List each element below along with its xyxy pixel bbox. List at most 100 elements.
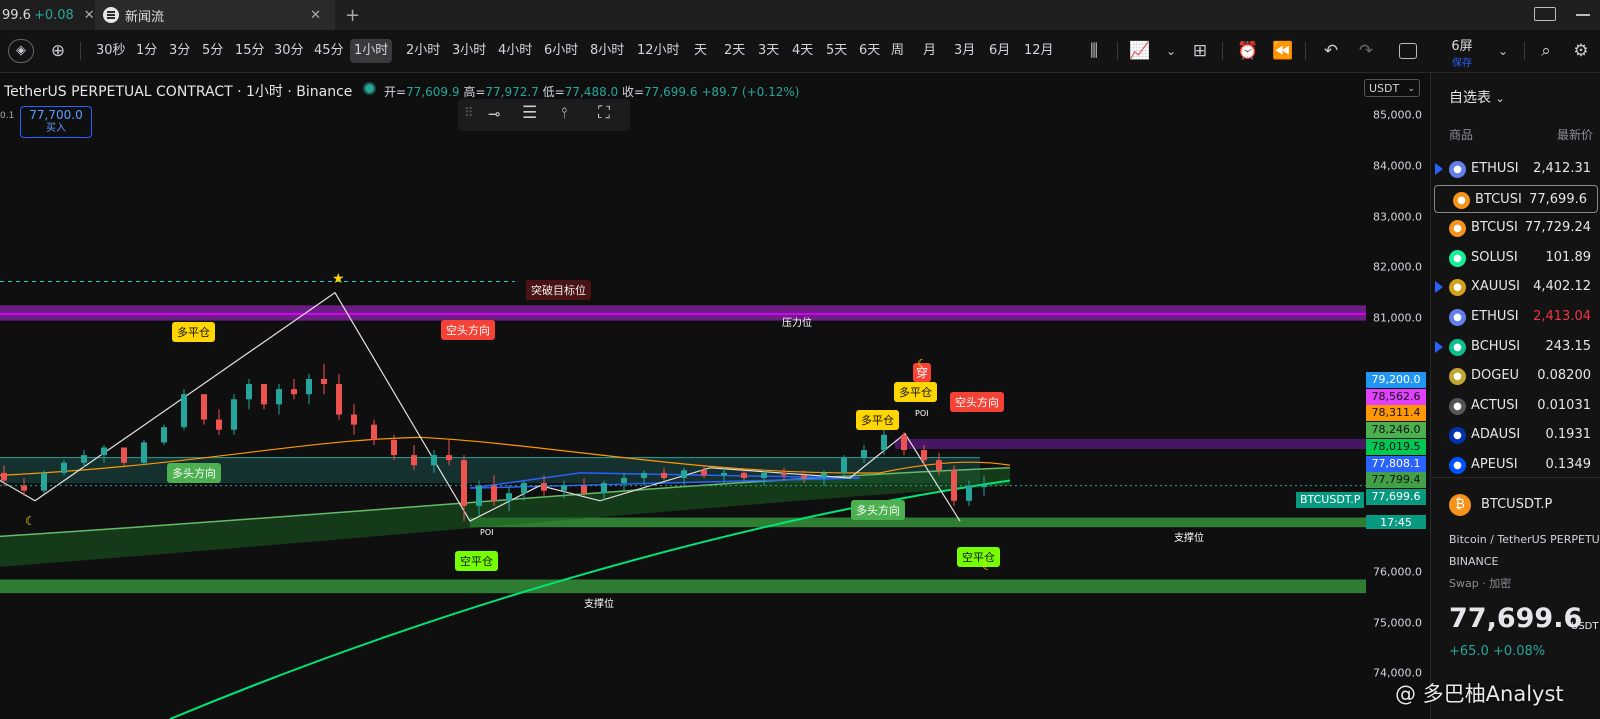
minimize-icon[interactable] — [1576, 14, 1590, 16]
short-zone — [895, 438, 1366, 450]
candle-body — [336, 384, 342, 415]
interval-1[interactable]: 1分 — [132, 39, 161, 63]
chevron-down-icon[interactable]: ⌄ — [1158, 38, 1184, 64]
chart-toolbar: ◈ ⊕ 30秒 1分 3分 5分 15分 30分 45分 1小时 2小时 3小时 4小时 6小时 8小时… — [0, 30, 1600, 73]
interval-11[interactable]: 6小时 — [540, 39, 582, 63]
interval-18[interactable]: 5天 — [822, 39, 851, 63]
price-badge: 77,699.6 — [1366, 489, 1426, 505]
interval-6[interactable]: 45分 — [310, 39, 348, 63]
watchlist-row[interactable]: ● APEUSI 0.1349 — [1431, 451, 1600, 479]
news-icon — [103, 7, 119, 23]
add-symbol-icon[interactable]: ⊕ — [45, 38, 71, 64]
watchlist-row[interactable]: ● BTCUSI 77,699.6 — [1434, 184, 1598, 213]
settings-icon[interactable]: ⚙ — [1568, 38, 1594, 64]
watchlist-row[interactable]: ● DOGEU 0.08200 — [1431, 362, 1600, 390]
interval-14[interactable]: 天 — [690, 39, 711, 63]
interval-5[interactable]: 30分 — [270, 39, 308, 63]
watchlist-row[interactable]: ● XAUUSI 4,402.12 — [1431, 273, 1600, 301]
bitcoin-icon: ₿ — [1449, 494, 1471, 516]
layout-save-button[interactable]: 6屏 保存 — [1437, 35, 1487, 69]
candle-body — [921, 450, 927, 461]
rectangle-tool-icon[interactable]: ⛶ — [598, 103, 610, 123]
column-price[interactable]: 最新价 — [1557, 126, 1593, 143]
candle-body — [701, 470, 707, 476]
redo-icon[interactable]: ↷ — [1353, 38, 1379, 64]
interval-19[interactable]: 6天 — [855, 39, 884, 63]
interval-4[interactable]: 15分 — [231, 39, 269, 63]
change-value: +89.7 (+0.12%) — [701, 85, 800, 99]
interval-20[interactable]: 周 — [887, 39, 908, 63]
interval-17[interactable]: 4天 — [788, 39, 817, 63]
watchlist-row[interactable]: ● ADAUSI 0.1931 — [1431, 421, 1600, 449]
interval-8[interactable]: 2小时 — [402, 39, 444, 63]
interval-2[interactable]: 3分 — [165, 39, 194, 63]
quick-search-icon[interactable]: ⌕ — [1533, 38, 1559, 64]
watchlist-title[interactable]: 自选表 ⌄ — [1449, 87, 1505, 107]
tab-previous[interactable]: 99.6 +0.08 ✕ — [0, 0, 95, 30]
watchlist-row[interactable]: ● ETHUSI 2,413.04 — [1431, 303, 1600, 331]
candle-body — [461, 460, 467, 506]
long-close-label-2: 多平仓 — [856, 410, 899, 430]
watchlist-row[interactable]: ● ETHUSI 2,412.31 — [1431, 155, 1600, 183]
watchlist-row[interactable]: ● SOLUSI 101.89 — [1431, 244, 1600, 272]
price-tick: 84,000.0 — [1373, 159, 1422, 173]
close-icon[interactable]: ✕ — [310, 8, 321, 23]
chevron-down-icon[interactable]: ⌄ — [1490, 38, 1516, 64]
hlines-tool-icon[interactable]: ☰ — [522, 103, 537, 123]
detail-symbol[interactable]: BTCUSDT.P — [1481, 497, 1552, 512]
candle-body — [681, 470, 687, 478]
interval-21[interactable]: 月 — [919, 39, 940, 63]
watchlist-price: 0.1349 — [1545, 457, 1592, 472]
star-icon: ★ — [332, 271, 345, 287]
interval-22[interactable]: 3月 — [950, 39, 979, 63]
candle-type-icon[interactable]: ⫼ — [1081, 38, 1107, 64]
indicators-icon[interactable]: 📈 — [1127, 38, 1153, 64]
diamond-icon[interactable]: ◈ — [8, 39, 34, 63]
resistance-label: 压力位 — [782, 318, 812, 329]
open-label: 开= — [384, 85, 407, 99]
interval-23[interactable]: 6月 — [985, 39, 1014, 63]
replay-icon[interactable]: ⏪ — [1270, 38, 1296, 64]
support-label-lower: 支撑位 — [584, 599, 614, 610]
column-symbol[interactable]: 商品 — [1449, 126, 1473, 143]
interval-12[interactable]: 8小时 — [586, 39, 628, 63]
tab-news-feed[interactable]: 新闻流 ✕ — [95, 0, 335, 30]
currency-select[interactable]: USDT ⌄ — [1364, 79, 1420, 97]
watchlist-symbol: ADAUSI — [1471, 427, 1521, 443]
fib-tool-icon[interactable]: ⫯ — [561, 104, 568, 122]
new-tab-button[interactable]: + — [345, 0, 360, 30]
chart-pane[interactable]: TetherUS PERPETUAL CONTRACT · 1小时 · Bina… — [0, 73, 1366, 719]
candle-body — [506, 493, 512, 501]
buy-button[interactable]: 77,700.0 买入 — [20, 106, 92, 138]
watchlist-row[interactable]: ● BTCUSI 77,729.24 — [1431, 214, 1600, 242]
candle-body — [491, 485, 497, 501]
close-icon[interactable]: ✕ — [84, 8, 95, 23]
interval-24[interactable]: 12月 — [1020, 39, 1058, 63]
price-axis[interactable]: USDT ⌄ 85,000.0 84,000.0 83,000.0 82,000.0 81… — [1364, 73, 1428, 719]
interval-7[interactable]: 1小时 — [350, 39, 393, 63]
interval-15[interactable]: 2天 — [720, 39, 749, 63]
window-layout-icon[interactable] — [1534, 7, 1556, 21]
interval-0[interactable]: 30秒 — [92, 39, 130, 63]
watchlist-row[interactable]: ● BCHUSI 243.15 — [1431, 333, 1600, 361]
drag-handle-icon[interactable]: ⠿ — [464, 106, 474, 121]
watchlist-row[interactable]: ● ACTUSI 0.01031 — [1431, 392, 1600, 420]
low-label: 低= — [542, 85, 565, 99]
templates-icon[interactable]: ⊞ — [1187, 38, 1213, 64]
alert-icon[interactable]: ⏰ — [1235, 38, 1261, 64]
watchlist-symbol: SOLUSI — [1471, 249, 1518, 265]
candle-body — [411, 455, 417, 466]
interval-3[interactable]: 5分 — [198, 39, 227, 63]
candle-body — [721, 472, 727, 476]
interval-16[interactable]: 3天 — [754, 39, 783, 63]
interval-9[interactable]: 3小时 — [448, 39, 490, 63]
poi-label-2: POI — [915, 409, 929, 418]
fullscreen-icon[interactable] — [1399, 43, 1417, 59]
interval-13[interactable]: 12小时 — [633, 39, 684, 63]
candle-body — [641, 472, 647, 478]
watchlist-price: 0.01031 — [1537, 397, 1591, 413]
interval-10[interactable]: 4小时 — [494, 39, 536, 63]
line-tool-icon[interactable]: ⊸ — [488, 105, 501, 123]
undo-icon[interactable]: ↶ — [1318, 38, 1344, 64]
candle-body — [431, 455, 437, 466]
